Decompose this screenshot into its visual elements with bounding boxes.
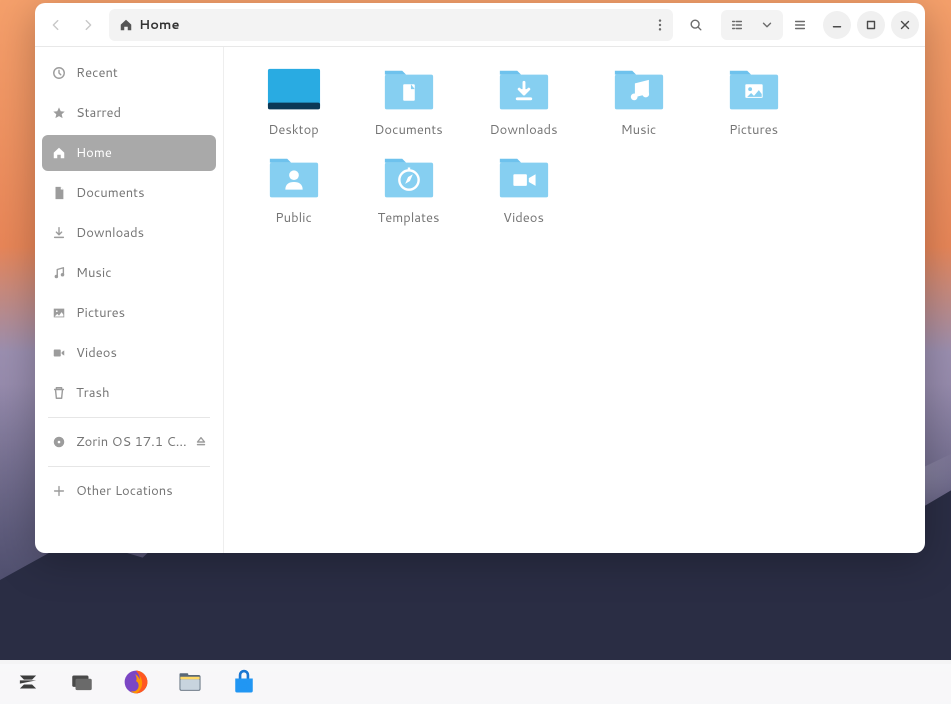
folder-label: Templates [378, 209, 440, 227]
minimize-icon [830, 18, 844, 32]
sidebar-item-home[interactable]: Home [42, 135, 216, 171]
sidebar-item-other-locations[interactable]: Other Locations [42, 473, 216, 509]
files-icon [176, 668, 204, 696]
search-icon [689, 18, 703, 32]
folder-label: Desktop [268, 121, 319, 139]
clock-icon [52, 66, 66, 80]
firefox-icon [122, 668, 150, 696]
close-icon [898, 18, 912, 32]
zorin-logo-icon [15, 669, 41, 695]
folder-desktop-icon [266, 65, 322, 113]
sidebar-item-disk[interactable]: Zorin OS 17.1 C... [42, 424, 216, 460]
folder-label: Videos [503, 209, 544, 227]
taskbar-start-button[interactable] [12, 666, 44, 698]
folder-item[interactable]: Desktop [236, 61, 351, 143]
sidebar-item-label: Home [76, 144, 206, 162]
sidebar-item-starred[interactable]: Starred [42, 95, 216, 131]
software-store-icon [230, 668, 258, 696]
video-icon [52, 346, 66, 360]
sidebar-item-recent[interactable]: Recent [42, 55, 216, 91]
view-options-group [721, 10, 783, 40]
file-manager-window: Home [35, 3, 925, 553]
folder-icon [726, 65, 782, 113]
eject-icon[interactable] [194, 435, 208, 449]
sidebar-item-label: Documents [76, 184, 206, 202]
taskbar-workspaces-button[interactable] [66, 666, 98, 698]
home-icon [52, 146, 66, 160]
folder-item[interactable]: Documents [351, 61, 466, 143]
folder-label: Music [621, 121, 657, 139]
folder-item[interactable]: Templates [351, 149, 466, 231]
folder-icon [381, 65, 437, 113]
sidebar-item-music[interactable]: Music [42, 255, 216, 291]
folder-item[interactable]: Public [236, 149, 351, 231]
folder-icon [266, 153, 322, 201]
sidebar-item-documents[interactable]: Documents [42, 175, 216, 211]
maximize-icon [864, 18, 878, 32]
workspaces-icon [69, 669, 95, 695]
sidebar-item-label: Starred [76, 104, 206, 122]
star-icon [52, 106, 66, 120]
home-icon [119, 18, 133, 32]
sidebar-item-label: Recent [76, 64, 206, 82]
sidebar-item-label: Pictures [76, 304, 206, 322]
folder-label: Public [275, 209, 312, 227]
folder-icon [381, 153, 437, 201]
path-label: Home [139, 16, 180, 34]
sidebar-item-label: Music [76, 264, 206, 282]
forward-button[interactable] [73, 10, 103, 40]
taskbar [0, 660, 951, 704]
search-button[interactable] [681, 10, 711, 40]
folder-item[interactable]: Pictures [696, 61, 811, 143]
folder-item[interactable]: Music [581, 61, 696, 143]
sidebar-item-label: Trash [76, 384, 206, 402]
close-button[interactable] [891, 11, 919, 39]
path-options-button[interactable] [653, 18, 667, 32]
folder-label: Documents [374, 121, 443, 139]
hamburger-menu-button[interactable] [785, 10, 815, 40]
image-icon [52, 306, 66, 320]
folder-icon [496, 153, 552, 201]
sidebar: Recent Starred Home Documents Downloads … [35, 47, 224, 553]
folder-item[interactable]: Videos [466, 149, 581, 231]
disc-icon [52, 435, 66, 449]
maximize-button[interactable] [857, 11, 885, 39]
download-icon [52, 226, 66, 240]
view-list-button[interactable] [723, 12, 751, 38]
folder-icon [611, 65, 667, 113]
folder-label: Downloads [489, 121, 557, 139]
folder-label: Pictures [729, 121, 778, 139]
sidebar-item-label: Zorin OS 17.1 C... [76, 433, 206, 451]
titlebar: Home [35, 3, 925, 47]
sidebar-item-downloads[interactable]: Downloads [42, 215, 216, 251]
document-icon [52, 186, 66, 200]
trash-icon [52, 386, 66, 400]
view-options-dropdown[interactable] [753, 12, 781, 38]
path-bar[interactable]: Home [109, 9, 673, 41]
breadcrumb[interactable]: Home [119, 16, 180, 34]
minimize-button[interactable] [823, 11, 851, 39]
sidebar-item-label: Videos [76, 344, 206, 362]
folder-grid[interactable]: Desktop Documents Downloads Music Pictur… [224, 47, 925, 553]
taskbar-software-button[interactable] [228, 666, 260, 698]
sidebar-item-label: Other Locations [76, 482, 206, 500]
list-icon [730, 18, 744, 32]
folder-icon [496, 65, 552, 113]
music-icon [52, 266, 66, 280]
sidebar-item-videos[interactable]: Videos [42, 335, 216, 371]
back-button[interactable] [41, 10, 71, 40]
chevron-down-icon [760, 18, 774, 32]
taskbar-files-button[interactable] [174, 666, 206, 698]
menu-icon [793, 18, 807, 32]
plus-icon [52, 484, 66, 498]
taskbar-firefox-button[interactable] [120, 666, 152, 698]
sidebar-item-label: Downloads [76, 224, 206, 242]
sidebar-item-trash[interactable]: Trash [42, 375, 216, 411]
sidebar-item-pictures[interactable]: Pictures [42, 295, 216, 331]
folder-item[interactable]: Downloads [466, 61, 581, 143]
